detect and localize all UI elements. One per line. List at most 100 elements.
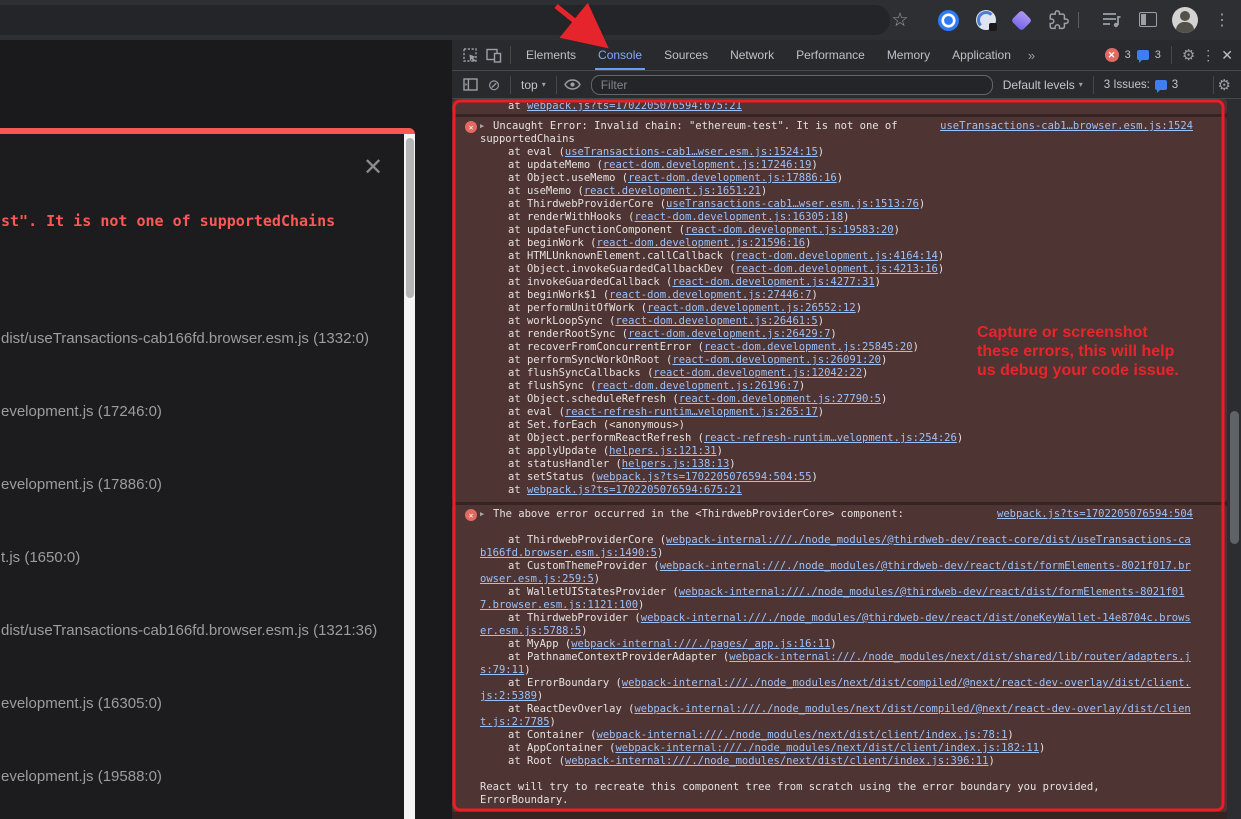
source-location-link[interactable]: react-dom.development.js:4277:31 [672,276,874,288]
source-location-link[interactable]: webpack.js?ts=1702205076594:504 [997,508,1193,521]
profile-avatar[interactable] [1172,7,1198,33]
default-levels-dropdown[interactable]: Default levels▾ [997,78,1089,92]
source-location-link[interactable]: react-dom.development.js:17886:16 [628,172,837,184]
stack-frame-line: at ThirdwebProviderCore (webpack-interna… [480,534,1197,560]
source-location-link[interactable]: webpack.js?ts=1702205076594:675:21 [527,484,742,496]
source-location-link[interactable]: webpack-internal:///./node_modules/next/… [565,755,989,767]
stack-frame-line: at eval (react-refresh-runtim…velopment.… [480,406,1197,419]
source-location-link[interactable]: webpack-internal:///./node_modules/next/… [597,729,1008,741]
side-panel-icon[interactable] [1139,12,1157,27]
overlay-stack-frame: evelopment.js (16305:0) [1,695,162,712]
device-toolbar-icon[interactable] [482,43,506,67]
source-location-link[interactable]: webpack-internal:///./node_modules/next/… [615,742,1039,754]
stack-frame-line: at ThirdwebProviderCore (useTransactions… [480,198,1197,211]
tab-performance[interactable]: Performance [785,40,876,70]
context-selector[interactable]: top▾ [515,78,552,92]
source-location-link[interactable]: react-dom.development.js:25845:20 [704,341,913,353]
source-location-link[interactable]: useTransactions-cab1…wser.esm.js:1524:15 [565,146,818,158]
error-icon: ✕ [465,121,477,133]
tab-network[interactable]: Network [719,40,785,70]
tab-memory[interactable]: Memory [876,40,941,70]
source-location-link[interactable]: react-dom.development.js:26091:20 [672,354,881,366]
source-location-link[interactable]: useTransactions-cab1…browser.esm.js:1524 [940,120,1193,133]
source-location-link[interactable]: useTransactions-cab1…wser.esm.js:1513:76 [666,198,919,210]
source-location-link[interactable]: react.development.js:1651:21 [584,185,761,197]
separator [510,46,511,64]
overlay-stack-frame: evelopment.js (17886:0) [1,476,162,493]
message-bubble-icon[interactable] [1137,50,1149,60]
source-location-link[interactable]: webpack.js?ts=1702205076594:675:21 [527,100,742,112]
console-scrollbar-track[interactable] [1227,99,1241,819]
source-location-link[interactable]: react-dom.development.js:12042:22 [653,367,862,379]
source-location-link[interactable]: webpack.js?ts=1702205076594:504:55 [597,471,812,483]
source-location-link[interactable]: react-dom.development.js:26552:12 [647,302,856,314]
tab-application[interactable]: Application [941,40,1022,70]
stack-frame-line: at webpack.js?ts=1702205076594:675:21 [480,484,1197,497]
bookmark-star-icon[interactable]: ☆ [888,0,912,40]
extension-icon-blue-circle[interactable] [938,10,959,31]
console-filter-input[interactable] [591,75,993,95]
browser-menu-icon[interactable]: ⋮ [1212,0,1232,40]
devtools-close-icon[interactable]: ✕ [1221,47,1233,64]
extension-icon-clock[interactable] [976,10,996,30]
separator [556,76,557,94]
stack-frame-line: at flushSyncCallbacks (react-dom.develop… [480,367,1197,380]
source-location-link[interactable]: react-refresh-runtim…velopment.js:254:26 [704,432,957,444]
console-error-message: ✕▶The above error occurred in the <Third… [452,505,1227,812]
more-tabs-icon[interactable]: » [1022,48,1041,63]
browser-toolbar: ☆ ⋮ [0,0,1241,40]
stack-frame-line: at invokeGuardedCallback (react-dom.deve… [480,276,1197,289]
overlay-scrollbar-thumb[interactable] [406,138,414,298]
console-sidebar-icon[interactable] [458,73,482,97]
clear-console-icon[interactable]: ⊘ [482,73,506,97]
expand-triangle-icon[interactable]: ▶ [480,120,493,133]
devtools-panel: ElementsConsoleSourcesNetworkPerformance… [452,40,1241,819]
chevron-down-icon: ▾ [1079,80,1083,89]
stack-frame-line: at recoverFromConcurrentError (react-dom… [480,341,1197,354]
source-location-link[interactable]: webpack-internal:///./pages/_app.js:16:1… [571,638,830,650]
source-location-link[interactable]: react-dom.development.js:26461:5 [615,315,817,327]
source-location-link[interactable]: react-dom.development.js:26196:7 [597,380,799,392]
devtools-menu-icon[interactable]: ⋮ [1201,47,1215,64]
console-text-line: React will try to recreate this componen… [480,781,1197,794]
stack-frame-line: at beginWork (react-dom.development.js:2… [480,237,1197,250]
devtools-settings-icon[interactable]: ⚙ [1182,46,1195,64]
overlay-close-icon[interactable]: ✕ [358,152,388,182]
tab-elements[interactable]: Elements [515,40,587,70]
source-location-link[interactable]: helpers.js:121:31 [609,445,716,457]
devtools-tab-bar: ElementsConsoleSourcesNetworkPerformance… [452,40,1241,71]
stack-frame-line: at ThirdwebProvider (webpack-internal://… [480,612,1197,638]
source-location-link[interactable]: helpers.js:138:13 [622,458,729,470]
stack-frame-line: at AppContainer (webpack-internal:///./n… [480,742,1197,755]
error-message-text: ▶Uncaught Error: Invalid chain: "ethereu… [480,120,1197,133]
source-location-link[interactable]: react-dom.development.js:27446:7 [609,289,811,301]
stack-frame-line: at Object.invokeGuardedCallbackDev (reac… [480,263,1197,276]
source-location-link[interactable]: react-dom.development.js:4164:14 [736,250,938,262]
source-location-link[interactable]: react-dom.development.js:19583:20 [685,224,894,236]
console-error-badge-icon[interactable]: ✕ [1105,48,1119,62]
runtime-error-text: st". It is not one of supportedChains [1,212,335,230]
media-playlist-icon[interactable] [1102,11,1122,29]
source-location-link[interactable]: react-dom.development.js:16305:18 [634,211,843,223]
source-location-link[interactable]: react-dom.development.js:4213:16 [736,263,938,275]
tab-console[interactable]: Console [587,40,653,70]
issues-counter[interactable]: 3 Issues: 3 [1098,79,1184,91]
console-scrollbar-thumb[interactable] [1230,411,1239,544]
source-location-link[interactable]: react-dom.development.js:21596:16 [597,237,806,249]
tab-sources[interactable]: Sources [653,40,719,70]
source-location-link[interactable]: react-dom.development.js:26429:7 [628,328,830,340]
extensions-puzzle-icon[interactable] [1049,10,1069,30]
source-location-link[interactable]: react-dom.development.js:17246:19 [603,159,812,171]
overlay-scrollbar-track[interactable] [404,134,415,819]
stack-frame-line: at Container (webpack-internal:///./node… [480,729,1197,742]
console-settings-icon[interactable]: ⚙ [1218,76,1231,94]
source-location-link[interactable]: react-dom.development.js:27790:5 [679,393,881,405]
extension-icon-diamond[interactable] [1011,10,1032,31]
address-bar[interactable] [0,5,890,35]
overlay-stack-frame: t.js (1650:0) [1,549,80,566]
overlay-stack-frame: dist/useTransactions-cab166fd.browser.es… [1,622,377,639]
inspect-element-icon[interactable] [458,43,482,67]
live-expression-eye-icon[interactable] [561,73,585,97]
source-location-link[interactable]: react-refresh-runtim…velopment.js:265:17 [565,406,818,418]
expand-triangle-icon[interactable]: ▶ [480,508,493,521]
